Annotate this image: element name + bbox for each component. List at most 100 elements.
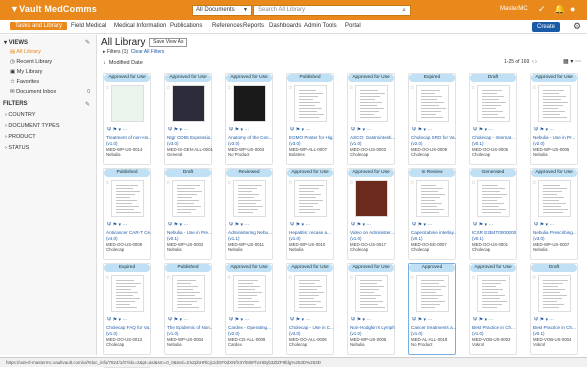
document-title[interactable]: ASCO: Gastrointesti... (350, 135, 395, 140)
card-actions[interactable]: Ψ ⚑ ▾ ⋯ (412, 127, 432, 133)
document-card[interactable]: Expired ☆ Ψ ⚑ ▾ ⋯ Cholecap SRD for Va... (v2… (408, 73, 456, 165)
clear-filters-link[interactable]: Clear All Filters (131, 49, 165, 55)
favorite-star-icon[interactable]: ☆ (227, 85, 231, 91)
document-title[interactable]: Ntgr CD55 Expressio... (167, 135, 212, 140)
document-thumbnail[interactable] (538, 180, 571, 217)
document-card[interactable]: Approved for Use ☆ Ψ ⚑ ▾ ⋯ Best Practice in… (469, 263, 517, 355)
document-title[interactable]: EGMO Poster for Hig... (289, 135, 334, 140)
document-title[interactable]: Cancer treatments a... (411, 325, 456, 330)
card-actions[interactable]: Ψ ⚑ ▾ ⋯ (412, 222, 432, 228)
card-actions[interactable]: Ψ ⚑ ▾ ⋯ (473, 222, 493, 228)
document-card[interactable]: Approved ☆ Ψ ⚑ ▾ ⋯ Cancer treatments a... (v… (408, 263, 456, 355)
favorite-star-icon[interactable]: ☆ (105, 180, 109, 186)
gear-icon[interactable]: ⚙ (573, 21, 581, 32)
sidebar-item-document-inbox[interactable]: ✉ Document Inbox (10, 89, 56, 95)
filters-count[interactable]: Filters (1) (107, 49, 128, 55)
card-actions[interactable]: Ψ ⚑ ▾ ⋯ (168, 317, 188, 323)
document-title[interactable]: Cholecap - Internat... (472, 135, 517, 140)
tab-dashboards[interactable]: Dashboards (269, 23, 301, 29)
sidebar-item-all-library[interactable]: ▤ All Library (10, 49, 41, 55)
document-title[interactable]: Treatment of non-Ho... (106, 135, 151, 140)
sidebar-item-my-library[interactable]: ▣ My Library (10, 69, 42, 75)
document-thumbnail[interactable] (477, 275, 510, 312)
document-thumbnail[interactable] (355, 180, 388, 217)
document-card[interactable]: In Review ☆ Ψ ⚑ ▾ ⋯ Capecitabine interlay..… (408, 168, 456, 260)
help-icon[interactable]: ✓ (538, 4, 546, 15)
card-actions[interactable]: Ψ ⚑ ▾ ⋯ (107, 222, 127, 228)
document-card[interactable]: Published ☆ Ψ ⚑ ▾ ⋯ Anticancer CAR-T Ce...(… (103, 168, 151, 260)
notifications-icon[interactable]: 🔔 (554, 4, 565, 15)
document-card[interactable]: Approved for Use ☆ Ψ ⚑ ▾ ⋯ Anatomy of the C… (225, 73, 273, 165)
save-view-button[interactable]: Save View As (149, 38, 188, 47)
card-actions[interactable]: Ψ ⚑ ▾ ⋯ (534, 317, 554, 323)
favorite-star-icon[interactable]: ☆ (532, 180, 536, 186)
document-card[interactable]: Approved for Use ☆ Ψ ⚑ ▾ ⋯ ASCO: Gastrointe… (347, 73, 395, 165)
document-title[interactable]: ICSR E2B4T0000000 (472, 230, 517, 235)
tab-reports[interactable]: Reports (243, 23, 264, 29)
document-title[interactable]: Non-Hodgkin's Lymph... (350, 325, 395, 330)
card-actions[interactable]: Ψ ⚑ ▾ ⋯ (229, 127, 249, 133)
tab-references[interactable]: References (212, 23, 243, 29)
document-card[interactable]: Approved for Use ☆ Ψ ⚑ ▾ ⋯ Non-Hodgkin's Ly… (347, 263, 395, 355)
vault-switcher[interactable]: MasterMC (500, 6, 528, 12)
card-actions[interactable]: Ψ ⚑ ▾ ⋯ (534, 127, 554, 133)
pagination[interactable]: 1-25 of 169 ‹ › (504, 59, 537, 65)
document-title[interactable]: Video on Administer... (350, 230, 395, 235)
document-thumbnail[interactable] (477, 180, 510, 217)
document-card[interactable]: Approved for Use ☆ Ψ ⚑ ▾ ⋯ Treatment of non… (103, 73, 151, 165)
document-title[interactable]: Nebulia - Use in Pre... (167, 230, 212, 235)
card-actions[interactable]: Ψ ⚑ ▾ ⋯ (351, 317, 371, 323)
document-card[interactable]: Approved for Use ☆ Ψ ⚑ ▾ ⋯ Video on Adminis… (347, 168, 395, 260)
tab-medical-information[interactable]: Medical Information (114, 23, 166, 29)
document-title[interactable]: Capecitabine interlay... (411, 230, 456, 235)
document-thumbnail[interactable] (294, 85, 327, 122)
card-actions[interactable]: Ψ ⚑ ▾ ⋯ (473, 127, 493, 133)
document-title[interactable]: The Epidemic of Non... (167, 325, 212, 330)
favorite-star-icon[interactable]: ☆ (349, 180, 353, 186)
document-thumbnail[interactable] (416, 275, 449, 312)
document-title[interactable]: Anticancer CAR-T Ce... (106, 230, 151, 235)
filter-product[interactable]: › PRODUCT (5, 134, 36, 140)
tab-portal[interactable]: Portal (345, 23, 361, 29)
grid-view-icon[interactable]: ▦ ▾ ⋯ (563, 58, 581, 65)
favorite-star-icon[interactable]: ☆ (410, 180, 414, 186)
card-actions[interactable]: Ψ ⚑ ▾ ⋯ (107, 317, 127, 323)
favorite-star-icon[interactable]: ☆ (471, 275, 475, 281)
tab-publications[interactable]: Publications (170, 23, 202, 29)
card-actions[interactable]: Ψ ⚑ ▾ ⋯ (168, 222, 188, 228)
document-card[interactable]: Expired ☆ Ψ ⚑ ▾ ⋯ Cholecap FAQ for Va... (v1… (103, 263, 151, 355)
card-actions[interactable]: Ψ ⚑ ▾ ⋯ (412, 317, 432, 323)
document-card[interactable]: Approved for Use ☆ Ψ ⚑ ▾ ⋯ Cardex - Operati… (225, 263, 273, 355)
favorite-star-icon[interactable]: ☆ (349, 85, 353, 91)
document-title[interactable]: Cholecap SRD for Va... (411, 135, 456, 140)
document-title[interactable]: Best Practice in Ch... (533, 325, 578, 330)
document-thumbnail[interactable] (172, 85, 205, 122)
document-card[interactable]: Approved for Use ☆ Ψ ⚑ ▾ ⋯ Nebulia - Use in… (530, 73, 578, 165)
document-card[interactable]: Approved for Use ☆ Ψ ⚑ ▾ ⋯ Ntgr CD55 Expres… (164, 73, 213, 165)
card-actions[interactable]: Ψ ⚑ ▾ ⋯ (229, 317, 249, 323)
card-actions[interactable]: Ψ ⚑ ▾ ⋯ (351, 127, 371, 133)
document-thumbnail[interactable] (538, 275, 571, 312)
filter-document-types[interactable]: › DOCUMENT TYPES (5, 123, 60, 129)
favorite-star-icon[interactable]: ☆ (105, 275, 109, 281)
favorite-star-icon[interactable]: ☆ (166, 275, 170, 281)
card-actions[interactable]: Ψ ⚑ ▾ ⋯ (534, 222, 554, 228)
favorite-star-icon[interactable]: ☆ (532, 85, 536, 91)
favorite-star-icon[interactable]: ☆ (105, 85, 109, 91)
favorite-star-icon[interactable]: ☆ (471, 180, 475, 186)
document-thumbnail[interactable] (416, 180, 449, 217)
edit-icon[interactable]: ✎ (85, 39, 90, 46)
favorite-star-icon[interactable]: ☆ (410, 275, 414, 281)
tab-admin-tools[interactable]: Admin Tools (304, 23, 337, 29)
document-thumbnail[interactable] (355, 85, 388, 122)
sidebar-item-recent-library[interactable]: ◷ Recent Library (10, 59, 52, 65)
document-thumbnail[interactable] (233, 180, 266, 217)
card-actions[interactable]: Ψ ⚑ ▾ ⋯ (168, 127, 188, 133)
document-thumbnail[interactable] (172, 275, 205, 312)
sort-control[interactable]: ↓ Modified Date (103, 60, 143, 66)
document-card[interactable]: Approved for Use ☆ Ψ ⚑ ▾ ⋯ Hepatitis: recas… (286, 168, 334, 260)
filter-country[interactable]: › COUNTRY (5, 112, 35, 118)
document-card[interactable]: Published ☆ Ψ ⚑ ▾ ⋯ EGMO Poster for Hig...(… (286, 73, 334, 165)
document-card[interactable]: Approved for Use ☆ Ψ ⚑ ▾ ⋯ Cholecap - Use i… (286, 263, 334, 355)
search-icon[interactable]: ⌕ (402, 6, 406, 15)
